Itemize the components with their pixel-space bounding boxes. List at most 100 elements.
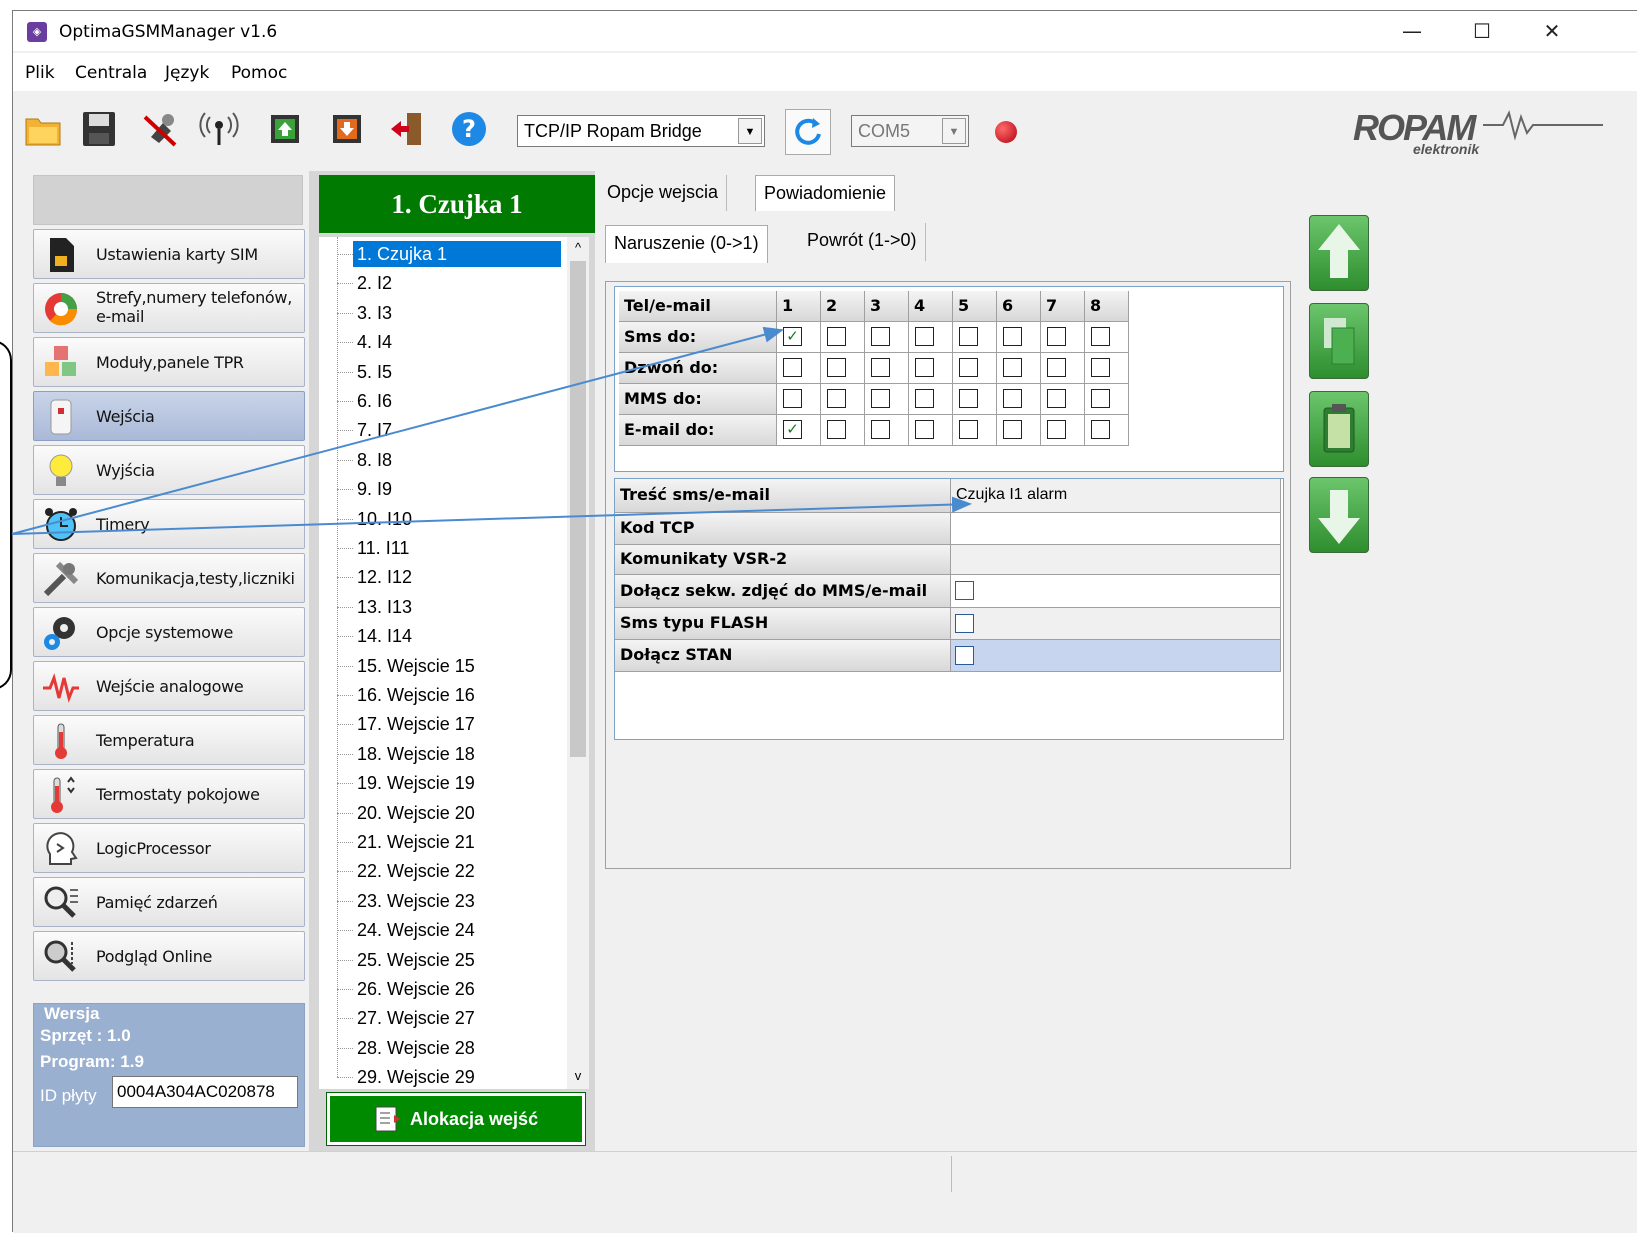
tab-violation[interactable]: Naruszenie (0->1) bbox=[605, 225, 768, 263]
nav-inputs[interactable]: Wejścia bbox=[33, 391, 305, 441]
menu-plik[interactable]: Plik bbox=[25, 63, 55, 83]
nav-timers[interactable]: Timery bbox=[33, 499, 305, 549]
notify-checkbox[interactable] bbox=[915, 389, 934, 408]
nav-system-options[interactable]: Opcje systemowe bbox=[33, 607, 305, 657]
nav-sim-settings[interactable]: Ustawienia karty SIM bbox=[33, 229, 305, 279]
property-checkbox[interactable] bbox=[955, 614, 974, 633]
notify-checkbox[interactable] bbox=[827, 358, 846, 377]
nav-temperature[interactable]: Temperatura bbox=[33, 715, 305, 765]
tree-item[interactable]: 8. I8 bbox=[353, 447, 396, 473]
nav-outputs[interactable]: Wyjścia bbox=[33, 445, 305, 495]
notify-checkbox[interactable] bbox=[827, 327, 846, 346]
port-select[interactable]: COM5 ▼ bbox=[851, 115, 969, 147]
scroll-thumb[interactable] bbox=[570, 261, 586, 757]
tree-item[interactable]: 3. I3 bbox=[353, 300, 396, 326]
property-checkbox-cell[interactable] bbox=[951, 575, 1281, 608]
scroll-down-icon[interactable]: v bbox=[567, 1065, 589, 1087]
notify-checkbox[interactable]: ✓ bbox=[783, 327, 802, 346]
property-checkbox-cell[interactable] bbox=[951, 608, 1281, 640]
tree-item[interactable]: 10. I10 bbox=[353, 506, 416, 532]
notify-checkbox[interactable] bbox=[915, 420, 934, 439]
move-down-button[interactable] bbox=[1309, 477, 1369, 553]
notify-checkbox[interactable] bbox=[959, 358, 978, 377]
tree-item[interactable]: 9. I9 bbox=[353, 476, 396, 502]
notify-checkbox[interactable] bbox=[1003, 358, 1022, 377]
nav-analog-input[interactable]: Wejście analogowe bbox=[33, 661, 305, 711]
tree-item[interactable]: 23. Wejscie 23 bbox=[353, 888, 479, 914]
tree-item[interactable]: 18. Wejscie 18 bbox=[353, 741, 479, 767]
notify-checkbox[interactable] bbox=[871, 327, 890, 346]
property-checkbox[interactable] bbox=[955, 646, 974, 665]
tree-item[interactable]: 19. Wejscie 19 bbox=[353, 770, 479, 796]
notify-checkbox[interactable] bbox=[827, 389, 846, 408]
notify-checkbox[interactable] bbox=[871, 389, 890, 408]
tree-item[interactable]: 16. Wejscie 16 bbox=[353, 682, 479, 708]
tree-item[interactable]: 15. Wejscie 15 bbox=[353, 653, 479, 679]
property-value[interactable] bbox=[951, 513, 1281, 545]
upload-chip-icon[interactable] bbox=[265, 109, 305, 149]
save-icon[interactable] bbox=[79, 109, 119, 149]
notify-checkbox[interactable] bbox=[915, 327, 934, 346]
menu-pomoc[interactable]: Pomoc bbox=[231, 63, 287, 83]
notify-checkbox[interactable] bbox=[959, 327, 978, 346]
tree-item[interactable]: 21. Wejscie 21 bbox=[353, 829, 479, 855]
notify-checkbox[interactable] bbox=[783, 389, 802, 408]
menu-jezyk[interactable]: Język bbox=[165, 63, 209, 83]
download-chip-icon[interactable] bbox=[327, 109, 367, 149]
tree-item[interactable]: 2. I2 bbox=[353, 270, 396, 296]
notify-checkbox[interactable] bbox=[1047, 389, 1066, 408]
tree-scrollbar[interactable]: ^ v bbox=[567, 237, 589, 1089]
tree-item[interactable]: 12. I12 bbox=[353, 564, 416, 590]
minimize-button[interactable]: — bbox=[1381, 11, 1443, 51]
nav-room-thermostats[interactable]: Termostaty pokojowe bbox=[33, 769, 305, 819]
property-value[interactable] bbox=[951, 545, 1281, 575]
nav-communication[interactable]: Komunikacja,testy,liczniki bbox=[33, 553, 305, 603]
notify-checkbox[interactable] bbox=[959, 420, 978, 439]
notify-checkbox[interactable] bbox=[1091, 389, 1110, 408]
tree-item[interactable]: 22. Wejscie 22 bbox=[353, 858, 479, 884]
nav-online-preview[interactable]: Podgląd Online bbox=[33, 931, 305, 981]
property-checkbox-cell[interactable] bbox=[951, 640, 1281, 672]
close-button[interactable]: ✕ bbox=[1521, 11, 1583, 51]
tree-item[interactable]: 25. Wejscie 25 bbox=[353, 947, 479, 973]
property-checkbox[interactable] bbox=[955, 581, 974, 600]
notify-checkbox[interactable] bbox=[915, 358, 934, 377]
move-up-button[interactable] bbox=[1309, 215, 1369, 291]
connection-select[interactable]: TCP/IP Ropam Bridge ▼ bbox=[517, 115, 765, 147]
disconnect-icon[interactable] bbox=[141, 109, 181, 149]
scroll-up-icon[interactable]: ^ bbox=[567, 237, 589, 259]
tree-item[interactable]: 13. I13 bbox=[353, 594, 416, 620]
antenna-icon[interactable] bbox=[199, 109, 239, 149]
notify-checkbox[interactable] bbox=[783, 358, 802, 377]
notify-checkbox[interactable] bbox=[871, 420, 890, 439]
tree-item[interactable]: 17. Wejscie 17 bbox=[353, 711, 479, 737]
help-icon[interactable]: ? bbox=[449, 109, 489, 149]
tree-item[interactable]: 29. Wejscie 29 bbox=[353, 1064, 479, 1089]
tree-item[interactable]: 4. I4 bbox=[353, 329, 396, 355]
tree-item[interactable]: 7. I7 bbox=[353, 417, 396, 443]
property-value[interactable]: Czujka I1 alarm bbox=[951, 479, 1281, 513]
tab-restore[interactable]: Powrót (1->0) bbox=[799, 223, 926, 261]
tree-item[interactable]: 5. I5 bbox=[353, 359, 396, 385]
tree-item[interactable]: 28. Wejscie 28 bbox=[353, 1035, 479, 1061]
tree-item[interactable]: 6. I6 bbox=[353, 388, 396, 414]
notify-checkbox[interactable] bbox=[1091, 327, 1110, 346]
notify-checkbox[interactable] bbox=[1047, 358, 1066, 377]
menu-centrala[interactable]: Centrala bbox=[75, 63, 147, 83]
tree-item[interactable]: 1. Czujka 1 bbox=[353, 241, 561, 267]
tree-item[interactable]: 20. Wejscie 20 bbox=[353, 800, 479, 826]
tree-item[interactable]: 27. Wejscie 27 bbox=[353, 1005, 479, 1031]
tab-input-options[interactable]: Opcje wejscia bbox=[599, 175, 728, 211]
notify-checkbox[interactable] bbox=[1003, 327, 1022, 346]
tree-item[interactable]: 14. I14 bbox=[353, 623, 416, 649]
refresh-button[interactable] bbox=[785, 109, 831, 155]
open-folder-icon[interactable] bbox=[23, 109, 63, 149]
notify-checkbox[interactable] bbox=[827, 420, 846, 439]
tree-item[interactable]: 24. Wejscie 24 bbox=[353, 917, 479, 943]
notify-checkbox[interactable] bbox=[1091, 358, 1110, 377]
notify-checkbox[interactable] bbox=[1003, 420, 1022, 439]
tree-item[interactable]: 26. Wejscie 26 bbox=[353, 976, 479, 1002]
tree-item[interactable]: 11. I11 bbox=[353, 535, 413, 561]
notify-checkbox[interactable] bbox=[1047, 327, 1066, 346]
nav-event-log[interactable]: Pamięć zdarzeń bbox=[33, 877, 305, 927]
